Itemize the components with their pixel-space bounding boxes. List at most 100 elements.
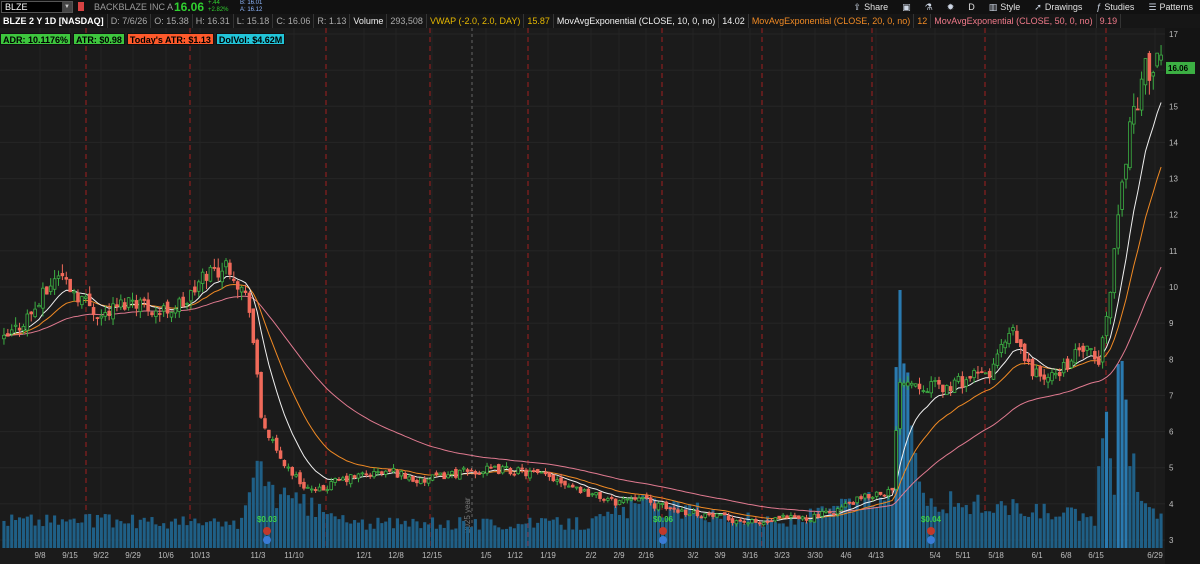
ema50-study-label[interactable]: MovAvgExponential (CLOSE, 50, 0, no) (931, 14, 1097, 28)
candle-down (941, 384, 945, 393)
symbol-text[interactable]: BLZE (2, 2, 28, 12)
custom-label: ATR: $0.98 (73, 33, 125, 45)
toolbar-tool-studies[interactable]: ƒ Studies (1089, 0, 1141, 14)
candle-up (1139, 78, 1144, 111)
vwap-study-label[interactable]: VWAP (-2.0, 2.0, DAY) (427, 14, 525, 28)
candle-up (789, 515, 793, 518)
ema20-study-label[interactable]: MovAvgExponential (CLOSE, 20, 0, no) (749, 14, 915, 28)
toolbar-tool-style[interactable]: ▥ Style (982, 0, 1028, 14)
volume-bar (279, 494, 283, 548)
volume-bar (138, 519, 142, 548)
volume-bar (466, 526, 470, 548)
candle-down (403, 473, 407, 479)
volume-bar (1081, 513, 1085, 548)
volume-bar (1108, 458, 1112, 548)
candle-up (886, 489, 891, 497)
flag-icon[interactable] (78, 2, 84, 11)
dividend-marker-icon[interactable] (263, 527, 271, 535)
volume-bar (197, 523, 201, 548)
candle-up (800, 516, 805, 520)
candle-down (454, 469, 458, 478)
candle-up (325, 489, 330, 491)
candle-up (812, 513, 817, 523)
price-tick-label: 5 (1169, 464, 1174, 473)
toolbar-tool-gear[interactable]: ✹ (940, 0, 962, 14)
date-tick-label: 1/12 (507, 551, 523, 560)
earnings-marker-icon[interactable] (927, 536, 935, 544)
candle-down (165, 301, 170, 314)
volume-bar (707, 522, 711, 548)
volume-bar (742, 524, 746, 548)
candle-up (2, 334, 6, 340)
toolbar-tool-flask[interactable]: ⚗ (918, 0, 940, 14)
volume-bar (189, 521, 193, 548)
volume-bar (356, 522, 361, 548)
volume-bar (60, 519, 64, 548)
toolbar-tool-share[interactable]: ⇪ Share (847, 0, 896, 14)
price-tick-label: 15 (1169, 102, 1178, 111)
volume-bar (758, 523, 762, 548)
candle-up (913, 383, 918, 387)
dividend-marker-icon[interactable] (927, 527, 935, 535)
candle-down (586, 488, 591, 497)
candle-up (138, 299, 143, 312)
flask-icon: ⚗ (924, 1, 933, 12)
dividend-marker-icon[interactable] (659, 527, 667, 535)
earnings-marker-icon[interactable] (659, 536, 667, 544)
volume-bar (166, 528, 170, 548)
toolbar-tool-drawings[interactable]: ➚ Drawings (1027, 0, 1089, 14)
candle-down (960, 376, 965, 388)
change-pct: +2.82% (208, 7, 229, 13)
candle-up (341, 477, 345, 481)
volume-bar (972, 501, 976, 548)
toolbar-tool-patterns[interactable]: ☰ Patterns (1141, 0, 1200, 14)
candle-up (995, 353, 1000, 366)
volume-bar (345, 522, 349, 548)
volume-bar (910, 425, 914, 548)
date-tick-label: 5/18 (988, 551, 1004, 560)
price-change: +.44 +2.82% (208, 0, 229, 14)
candle-up (391, 468, 396, 472)
candle-down (142, 298, 146, 301)
candle-down (313, 489, 318, 491)
last-price-tag-text: 16.06 (1168, 64, 1189, 73)
candle-down (255, 339, 259, 375)
symbol-input[interactable]: BLZE ▼ (1, 1, 73, 13)
chevron-down-icon[interactable]: ▼ (62, 2, 72, 12)
price-chart[interactable]: 171615141312111098765439/89/159/229/2910… (0, 28, 1200, 564)
volume-bar (142, 517, 146, 548)
toolbar-tool-save[interactable]: ▣ (895, 0, 918, 14)
volume-bar (1038, 518, 1042, 548)
volume-bar (1124, 399, 1128, 548)
volume-bar (1058, 516, 1062, 548)
volume-bar (430, 517, 435, 548)
right-toolbar: ⇪ Share ▣ ⚗ ✹ D ▥ Style ➚ Drawings ƒ Studies ☰ Patter… (847, 0, 1200, 14)
ema10-study-label[interactable]: MovAvgExponential (CLOSE, 10, 0, no) (554, 14, 720, 28)
candle-down (68, 278, 72, 293)
volume-bar (828, 508, 832, 548)
candle-down (337, 478, 341, 481)
candle-down (796, 515, 801, 520)
volume-bar (871, 505, 875, 548)
volume-bar (812, 518, 816, 548)
candle-down (251, 308, 256, 344)
candle-up (426, 478, 431, 484)
candle-up (1128, 121, 1132, 169)
candle-down (1081, 345, 1085, 352)
volume-bar (512, 528, 516, 548)
chart-title[interactable]: BLZE 2 Y 1D [NASDAQ] (0, 14, 108, 28)
volume-bar (169, 521, 174, 548)
candle-up (843, 503, 848, 508)
candle-up (660, 502, 665, 505)
volume-bar (746, 512, 750, 548)
volume-bar (454, 528, 458, 548)
candle-down (216, 267, 220, 278)
volume-bar (64, 521, 68, 548)
candle-up (80, 296, 84, 306)
candle-up (208, 266, 213, 282)
earnings-marker-icon[interactable] (263, 536, 271, 544)
volume-bar (571, 529, 575, 548)
vwap-study-value: 15.87 (524, 14, 554, 28)
volume-study-label[interactable]: Volume (350, 14, 388, 28)
toolbar-tool-d[interactable]: D (961, 0, 982, 14)
